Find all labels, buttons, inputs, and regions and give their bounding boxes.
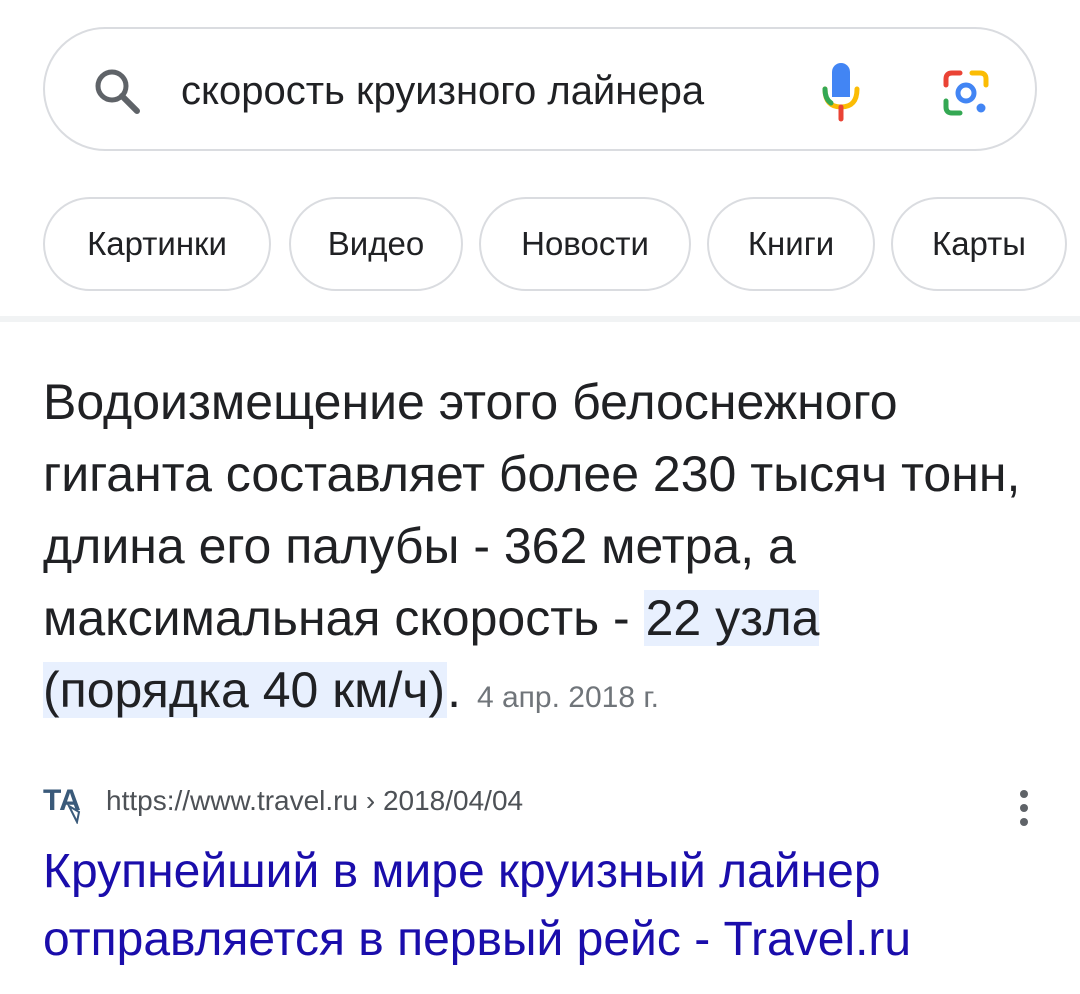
chip-images[interactable]: Картинки [43,197,271,291]
chip-books[interactable]: Книги [707,197,875,291]
divider [0,316,1080,322]
snippet-date: 4 апр. 2018 г. [476,681,659,714]
travel-ru-favicon-icon: TA [43,784,81,824]
lens-icon[interactable] [940,67,992,119]
snippet-period: . [447,662,461,718]
search-input[interactable]: скорость круизного лайнера [181,67,704,115]
search-results-page: скорость круизного лайнера Картинки Виде… [0,0,1080,994]
mic-icon[interactable] [817,59,865,123]
search-bar[interactable]: скорость круизного лайнера [43,27,1037,151]
search-icon[interactable] [91,65,143,117]
chip-news[interactable]: Новости [479,197,691,291]
result-url[interactable]: https://www.travel.ru › 2018/04/04 [106,784,523,818]
chip-video[interactable]: Видео [289,197,463,291]
result-title-link[interactable]: Крупнейший в мире круизный лайнер отправ… [43,838,1043,974]
chip-maps[interactable]: Карты [891,197,1067,291]
more-options-icon[interactable] [1013,788,1035,832]
featured-snippet: Водоизмещение этого белоснежного гиганта… [43,366,1033,734]
snippet-text: Водоизмещение этого белоснежного гиганта… [43,374,1021,646]
